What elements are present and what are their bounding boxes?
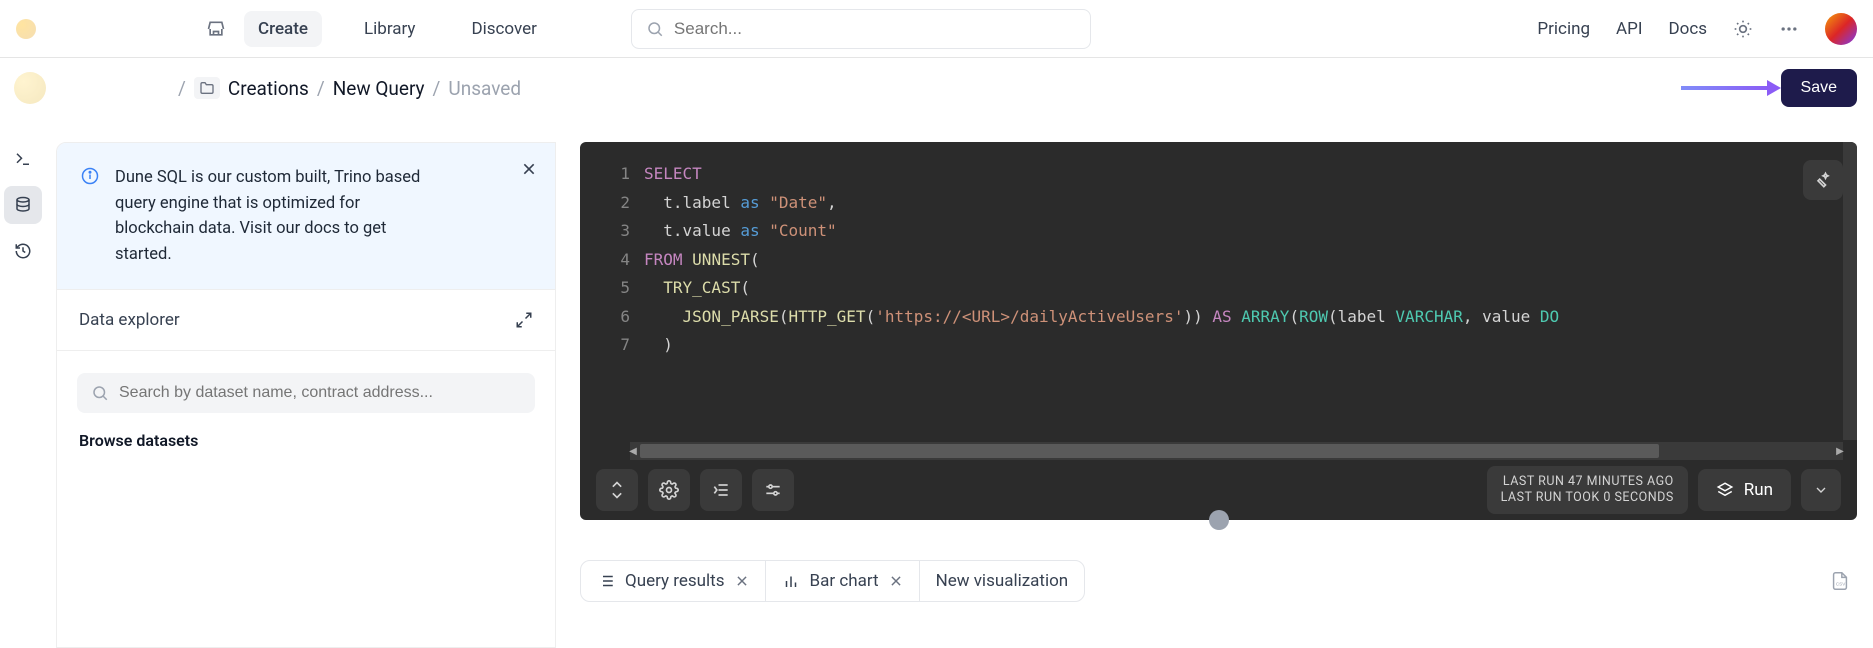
left-rail [0,140,42,270]
breadcrumb-row: / Creations / New Query / Unsaved Save [0,58,1873,118]
data-explorer-title: Data explorer [79,310,180,330]
run-caret-icon[interactable] [1801,469,1841,511]
owner-avatar[interactable] [14,72,46,104]
ai-magic-icon[interactable] [1803,160,1843,200]
nav-discover[interactable]: Discover [457,11,550,47]
expand-icon[interactable] [515,311,533,329]
scroll-left-icon[interactable]: ◀ [626,442,640,460]
right-pane: 1 2 3 4 5 6 7 SELECT t.label as "Date", … [580,142,1857,648]
slash: / [178,77,186,100]
info-text: Dune SQL is our custom built, Trino base… [115,165,435,267]
nav-pricing[interactable]: Pricing [1537,19,1590,39]
crumb-unsaved: Unsaved [448,77,521,100]
nav-api[interactable]: API [1616,19,1642,39]
crumb-new-query[interactable]: New Query [333,77,425,100]
rail-terminal-icon[interactable] [4,140,42,178]
user-avatar[interactable] [1825,13,1857,45]
nav-docs[interactable]: Docs [1668,19,1707,39]
scroll-right-icon[interactable]: ▶ [1833,442,1847,460]
browse-datasets[interactable]: Browse datasets [57,431,555,450]
folder-icon[interactable] [194,77,220,99]
nav-links: Create Library Discover [244,11,551,47]
global-search[interactable] [631,9,1091,49]
tab-bar-chart[interactable]: Bar chart [766,561,920,601]
resize-handle[interactable] [1209,510,1229,530]
info-banner: Dune SQL is our custom built, Trino base… [57,143,555,290]
left-pane: Dune SQL is our custom built, Trino base… [56,142,556,648]
tab-new-viz[interactable]: New visualization [920,561,1085,601]
close-tab-icon[interactable] [889,574,903,588]
code-content[interactable]: SELECT t.label as "Date", t.value as "Co… [644,160,1847,360]
save-button[interactable]: Save [1781,69,1857,107]
last-run-ago: LAST RUN 47 MINUTES AGO [1501,474,1674,490]
scroll-thumb[interactable] [640,444,1659,458]
sql-editor[interactable]: 1 2 3 4 5 6 7 SELECT t.label as "Date", … [580,142,1857,460]
indent-icon[interactable] [700,469,742,511]
breadcrumb: / Creations / New Query / Unsaved [178,77,521,100]
global-search-input[interactable] [674,19,1076,39]
theme-toggle-icon[interactable] [1733,19,1753,39]
last-run-took: LAST RUN TOOK 0 SECONDS [1501,490,1674,506]
rail-history-icon[interactable] [4,232,42,270]
nav-library[interactable]: Library [350,11,429,47]
more-icon[interactable] [1779,19,1799,39]
editor-hscroll[interactable]: ◀ ▶ [630,442,1843,460]
close-icon[interactable] [521,161,537,177]
editor-vscroll[interactable] [1843,142,1857,440]
export-csv-icon[interactable]: CSV [1823,564,1857,598]
expand-vertical-icon[interactable] [596,469,638,511]
tab-query-results[interactable]: Query results [581,561,766,601]
rail-database-icon[interactable] [4,186,42,224]
search-icon [91,384,109,402]
search-icon [646,20,664,38]
run-status: LAST RUN 47 MINUTES AGO LAST RUN TOOK 0 … [1487,466,1688,515]
close-tab-icon[interactable] [735,574,749,588]
data-explorer-header: Data explorer [57,290,555,351]
viz-tabs-row: Query results Bar chart New visualizatio… [580,560,1857,602]
main-area: Dune SQL is our custom built, Trino base… [56,142,1857,648]
nav-create[interactable]: Create [244,11,322,47]
list-icon [597,572,615,590]
crumb-creations[interactable]: Creations [228,77,309,100]
bar-chart-icon [782,572,800,590]
run-button[interactable]: Run [1698,469,1791,511]
viz-tab-group: Query results Bar chart New visualizatio… [580,560,1085,602]
svg-text:CSV: CSV [1836,582,1846,587]
sliders-icon[interactable] [752,469,794,511]
nav-right: Pricing API Docs [1537,13,1857,45]
layers-icon [1716,481,1734,499]
info-icon [81,167,99,267]
logo[interactable] [16,19,36,39]
dataset-search-input[interactable] [119,384,521,402]
line-gutter: 1 2 3 4 5 6 7 [580,160,630,360]
settings-icon[interactable] [648,469,690,511]
save-arrow-hint [1681,86,1771,90]
top-nav: Create Library Discover Pricing API Docs [0,0,1873,58]
dataset-search[interactable] [77,373,535,413]
dashboard-icon[interactable] [206,19,226,39]
